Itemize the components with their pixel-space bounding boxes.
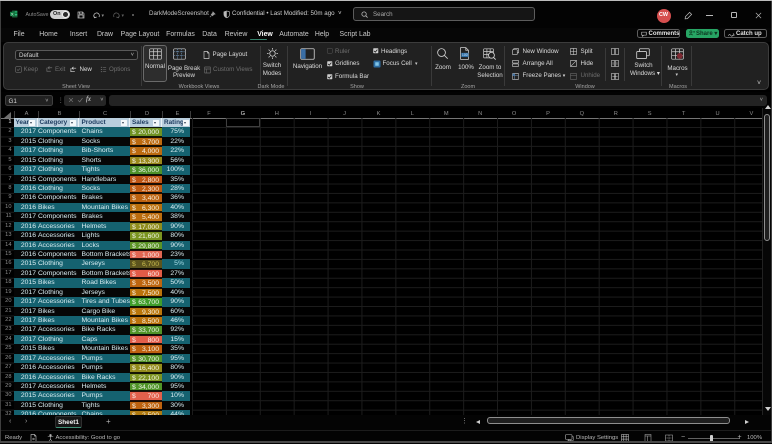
svg-text:X: X xyxy=(11,11,14,16)
svg-text:100: 100 xyxy=(462,53,468,57)
